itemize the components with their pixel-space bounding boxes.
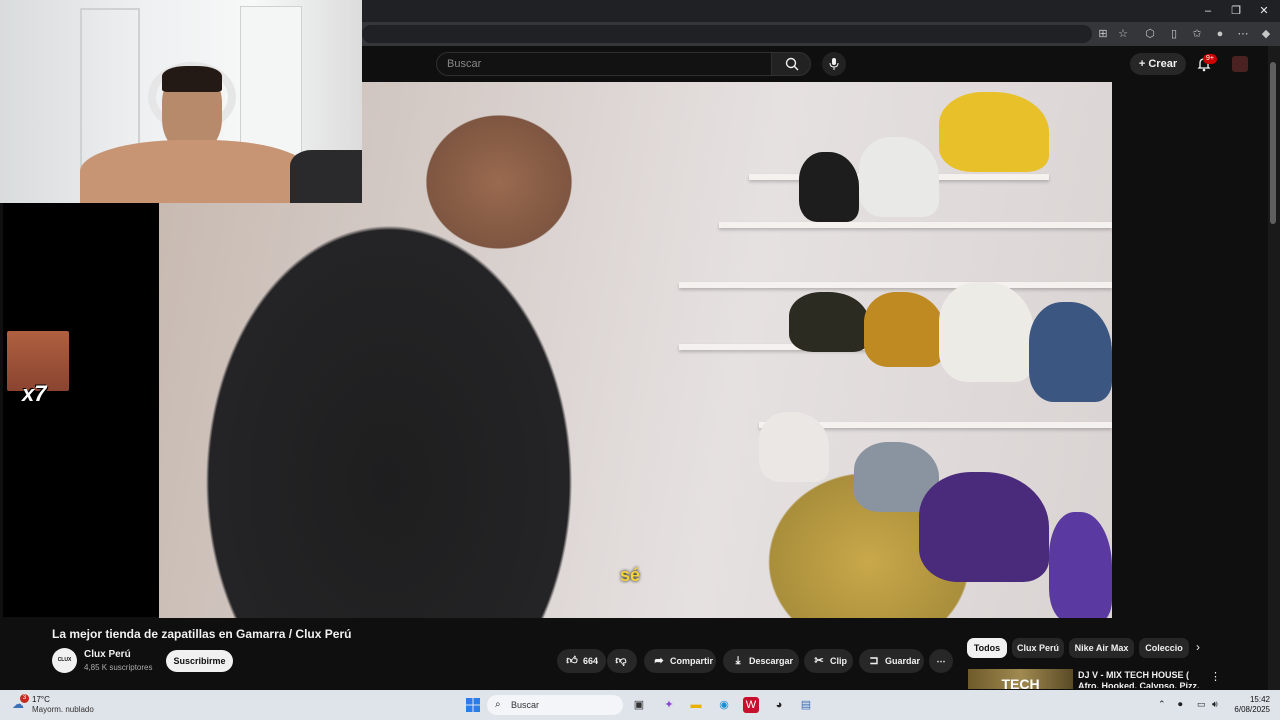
thumbs-down-icon: 👎︎ <box>615 655 627 667</box>
chevron-right-icon[interactable]: › <box>1196 640 1200 654</box>
create-label: Crear <box>1148 58 1178 70</box>
search-icon: ⌕ <box>495 699 501 710</box>
more-actions-button[interactable]: ⋯ <box>929 649 953 673</box>
search-button[interactable] <box>771 52 811 76</box>
share-icon: ➦ <box>654 655 664 667</box>
task-view-icon[interactable]: ▣ <box>631 697 647 713</box>
emote-counter: x7 <box>22 381 47 406</box>
streamer-shoulders <box>80 140 310 203</box>
app-grid-icon[interactable]: ⊞ <box>1095 26 1111 42</box>
video-title: La mejor tienda de zapatillas en Gamarra… <box>52 627 352 641</box>
shoe <box>919 472 1049 582</box>
chip-todos[interactable]: Todos <box>967 638 1007 658</box>
chip-clux-peru[interactable]: Clux Perú <box>1012 638 1064 658</box>
dislike-button[interactable]: 👎︎ <box>607 649 637 673</box>
share-label: Compartir <box>670 656 714 666</box>
taskbar-search[interactable]: Buscar <box>487 695 623 715</box>
plus-icon: + <box>1138 58 1149 70</box>
like-button[interactable]: 👍︎ 664 <box>557 649 606 673</box>
game-app-icon[interactable]: ◕ <box>771 697 787 713</box>
shoe <box>799 152 859 222</box>
notepad-icon[interactable]: ▤ <box>798 697 814 713</box>
start-button[interactable] <box>465 697 481 713</box>
favorites-icon[interactable]: ✩ <box>1189 26 1205 42</box>
subtitle-caption: sé <box>620 565 641 585</box>
search-label: Buscar <box>511 700 540 710</box>
share-button[interactable]: ➦ Compartir <box>644 649 716 673</box>
save-label: Guardar <box>885 656 921 666</box>
shoe <box>759 412 829 482</box>
weather-badge: 3 <box>20 694 29 703</box>
edge-browser-icon[interactable]: ◉ <box>716 697 732 713</box>
thumbs-up-icon: 👍︎ <box>566 655 578 667</box>
shoe <box>1029 302 1112 402</box>
chair <box>290 150 362 203</box>
subscribe-button[interactable]: Suscribirme <box>166 650 233 672</box>
scrollbar-thumb[interactable] <box>1270 62 1276 224</box>
shoe <box>789 292 869 352</box>
search-input[interactable]: Buscar <box>436 52 772 76</box>
clip-label: Clip <box>830 656 847 666</box>
recommendation-title[interactable]: DJ V - MIX TECH HOUSE ( Afro, Hooked, Ca… <box>1078 670 1204 688</box>
network-icon[interactable]: ▭ <box>1197 699 1206 710</box>
notification-badge: 9+ <box>1203 54 1217 64</box>
chip-colecciones[interactable]: Coleccio <box>1139 638 1189 658</box>
bookmark-star-icon[interactable]: ☆ <box>1115 26 1131 42</box>
copilot-app-icon[interactable]: ✦ <box>661 697 677 713</box>
download-label: Descargar <box>749 656 794 666</box>
shoe <box>939 282 1034 382</box>
like-count: 664 <box>583 656 599 666</box>
microphone-tray-icon[interactable]: ⏺ <box>1178 699 1183 710</box>
weather-temperature[interactable]: 17°C <box>32 695 50 704</box>
shelf <box>719 222 1112 228</box>
microphone-icon <box>829 58 839 70</box>
search-icon <box>785 57 799 71</box>
download-icon: ⤓ <box>735 655 741 667</box>
channel-name[interactable]: Clux Perú <box>84 649 131 660</box>
voice-search-button[interactable] <box>822 52 846 76</box>
copilot-icon[interactable]: ◆ <box>1258 26 1274 42</box>
close-window-button[interactable]: ✕ <box>1250 2 1278 20</box>
shoe <box>864 292 944 367</box>
streamer-webcam <box>0 0 362 203</box>
address-bar[interactable] <box>362 25 1092 43</box>
clip-button[interactable]: ✂ Clip <box>804 649 853 673</box>
file-explorer-icon[interactable]: ▬ <box>688 697 704 713</box>
profile-icon[interactable]: ● <box>1212 26 1228 42</box>
clock-date[interactable]: 6/08/2025 <box>1222 705 1270 714</box>
windows-logo-icon <box>466 698 480 712</box>
channel-avatar[interactable]: CLUX <box>52 648 77 673</box>
user-avatar[interactable] <box>1232 56 1248 72</box>
shelf <box>679 282 1112 288</box>
bookmark-icon: ⊐ <box>869 655 879 667</box>
subscriber-count: 4,85 K suscriptores <box>84 663 153 672</box>
split-screen-icon[interactable]: ▯ <box>1166 26 1182 42</box>
app-icon[interactable]: W <box>743 697 759 713</box>
weather-description[interactable]: Mayorm. nublado <box>32 705 94 714</box>
chip-nike-air-max[interactable]: Nike Air Max <box>1069 638 1134 658</box>
scissors-icon: ✂ <box>814 655 824 667</box>
extensions-icon[interactable]: ⬡ <box>1142 26 1158 42</box>
kebab-menu-icon[interactable]: ⋮ <box>1210 670 1221 683</box>
streamer-hair <box>162 66 222 92</box>
minimize-button[interactable]: – <box>1194 2 1222 20</box>
more-dots-icon: ⋯ <box>936 656 946 666</box>
shoe <box>1049 512 1112 618</box>
recommendation-thumbnail[interactable]: TECH <box>968 669 1073 689</box>
shoe <box>859 137 939 217</box>
volume-icon[interactable]: 🔊︎ <box>1212 699 1218 710</box>
tray-chevron-up-icon[interactable]: ⌃ <box>1158 699 1166 710</box>
more-menu-icon[interactable]: ⋯ <box>1235 26 1251 42</box>
overlay-panel <box>3 203 159 617</box>
clock-time[interactable]: 15:42 <box>1232 695 1270 704</box>
create-button[interactable]: + Crear <box>1130 53 1186 75</box>
shoe <box>939 92 1049 172</box>
maximize-button[interactable]: ❐ <box>1222 2 1250 20</box>
download-button[interactable]: ⤓ Descargar <box>723 649 799 673</box>
save-button[interactable]: ⊐ Guardar <box>859 649 924 673</box>
